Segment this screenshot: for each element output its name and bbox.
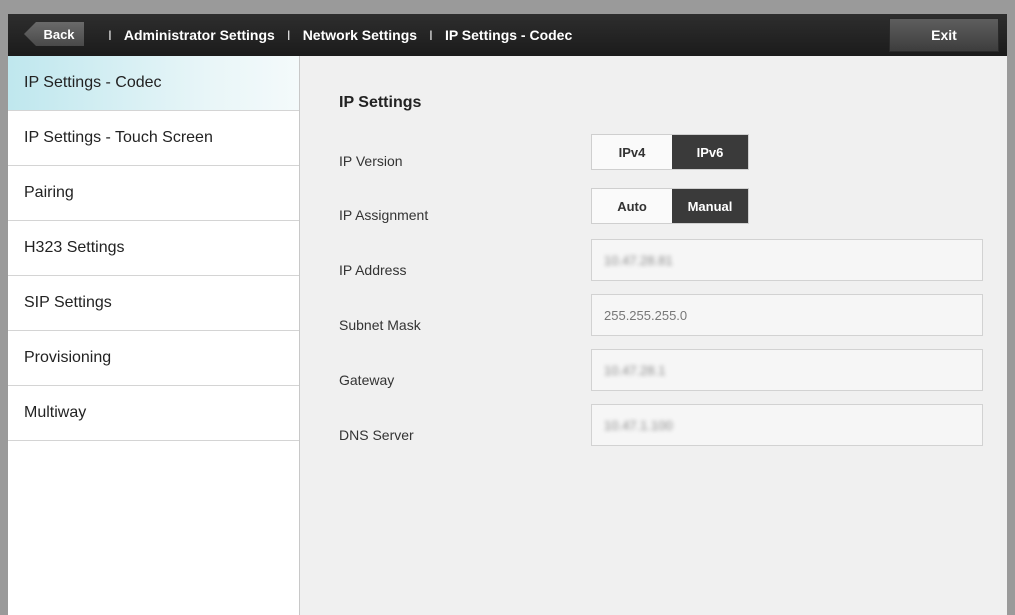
breadcrumb-administrator-settings[interactable]: Administrator Settings [124, 27, 275, 43]
sidebar-item-ip-settings-touch-screen[interactable]: IP Settings - Touch Screen [8, 111, 299, 166]
section-title: IP Settings [339, 94, 422, 111]
dns-server-value: 10.47.1.100 [604, 417, 673, 433]
sidebar-item-pairing[interactable]: Pairing [8, 166, 299, 221]
sidebar: IP Settings - Codec IP Settings - Touch … [8, 56, 300, 615]
ip-assignment-option-manual[interactable]: Manual [672, 189, 748, 223]
ip-address-label: IP Address [339, 262, 407, 278]
top-bar: Back I Administrator Settings I Network … [8, 14, 1007, 56]
sidebar-item-sip-settings[interactable]: SIP Settings [8, 276, 299, 331]
ip-assignment-label: IP Assignment [339, 207, 429, 223]
dns-server-field[interactable]: 10.47.1.100 [591, 404, 983, 446]
sidebar-item-label: IP Settings - Codec [24, 74, 162, 91]
ip-address-field[interactable]: 10.47.28.81 [591, 239, 983, 281]
ip-address-value: 10.47.28.81 [604, 252, 673, 268]
breadcrumb: I Administrator Settings I Network Setti… [96, 14, 572, 56]
sidebar-item-label: Pairing [24, 184, 74, 201]
ip-assignment-toggle: Auto Manual [591, 188, 749, 224]
breadcrumb-separator: I [108, 27, 112, 43]
gateway-label: Gateway [339, 372, 395, 388]
ip-version-toggle: IPv4 IPv6 [591, 134, 749, 170]
sidebar-item-multiway[interactable]: Multiway [8, 386, 299, 441]
ip-version-option-ipv6[interactable]: IPv6 [672, 135, 748, 169]
subnet-mask-value: 255.255.255.0 [604, 307, 688, 323]
subnet-mask-field[interactable]: 255.255.255.0 [591, 294, 983, 336]
device-frame: Back I Administrator Settings I Network … [0, 0, 1015, 615]
sidebar-item-label: IP Settings - Touch Screen [24, 129, 213, 146]
main-panel: IP Settings IP Version IPv4 IPv6 IP Assi… [301, 56, 1007, 615]
sidebar-item-ip-settings-codec[interactable]: IP Settings - Codec [8, 56, 299, 111]
sidebar-item-label: SIP Settings [24, 294, 112, 311]
dns-server-label: DNS Server [339, 427, 414, 443]
sidebar-item-provisioning[interactable]: Provisioning [8, 331, 299, 386]
sidebar-item-h323-settings[interactable]: H323 Settings [8, 221, 299, 276]
exit-button[interactable]: Exit [889, 18, 999, 52]
breadcrumb-network-settings[interactable]: Network Settings [303, 27, 417, 43]
screen: Back I Administrator Settings I Network … [8, 14, 1007, 615]
breadcrumb-current-page: IP Settings - Codec [444, 27, 573, 43]
sidebar-item-label: Multiway [24, 404, 87, 421]
ip-version-label: IP Version [339, 153, 403, 169]
ip-assignment-option-auto[interactable]: Auto [592, 189, 672, 223]
breadcrumb-separator: I [429, 27, 433, 43]
ip-version-option-ipv4[interactable]: IPv4 [592, 135, 672, 169]
gateway-value: 10.47.28.1 [604, 362, 666, 378]
gateway-field[interactable]: 10.47.28.1 [591, 349, 983, 391]
back-button[interactable]: Back [24, 22, 84, 46]
sidebar-item-label: Provisioning [24, 349, 112, 366]
breadcrumb-separator: I [286, 27, 291, 43]
subnet-mask-label: Subnet Mask [339, 317, 421, 333]
sidebar-item-label: H323 Settings [24, 239, 125, 256]
